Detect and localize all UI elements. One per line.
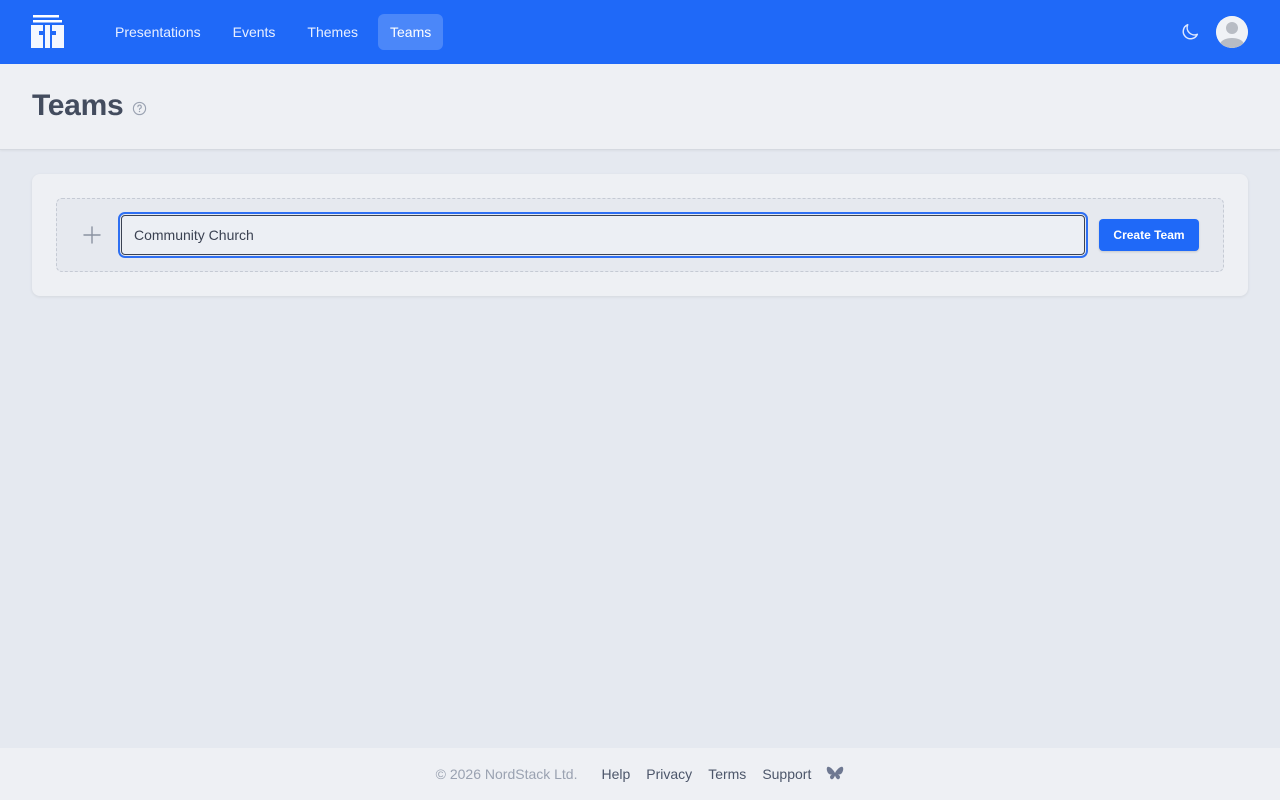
main-nav: Presentations Events Themes Teams [103, 14, 444, 50]
moon-icon[interactable] [1179, 21, 1201, 43]
team-name-input[interactable] [118, 212, 1088, 258]
copyright-text: © 2026 NordStack Ltd. [435, 766, 578, 782]
create-team-form: Create Team [56, 198, 1224, 272]
footer: © 2026 NordStack Ltd. Help Privacy Terms… [0, 748, 1280, 800]
page-header: Teams [0, 64, 1280, 150]
butterfly-icon[interactable] [826, 766, 844, 782]
cross-logo-icon[interactable] [31, 15, 64, 48]
page-title: Teams [32, 89, 124, 122]
create-team-button[interactable]: Create Team [1099, 219, 1199, 251]
create-team-card: Create Team [32, 174, 1248, 296]
user-avatar-icon[interactable] [1216, 16, 1248, 48]
plus-icon [83, 226, 101, 244]
nav-item-events[interactable]: Events [221, 14, 288, 50]
nav-item-themes[interactable]: Themes [295, 14, 370, 50]
footer-link-terms[interactable]: Terms [708, 766, 746, 782]
footer-link-support[interactable]: Support [762, 766, 811, 782]
nav-item-presentations[interactable]: Presentations [103, 14, 213, 50]
footer-link-help[interactable]: Help [601, 766, 630, 782]
question-circle-icon[interactable] [132, 101, 147, 116]
footer-link-privacy[interactable]: Privacy [646, 766, 692, 782]
nav-item-teams[interactable]: Teams [378, 14, 444, 50]
top-navigation-bar: Presentations Events Themes Teams [0, 0, 1280, 64]
